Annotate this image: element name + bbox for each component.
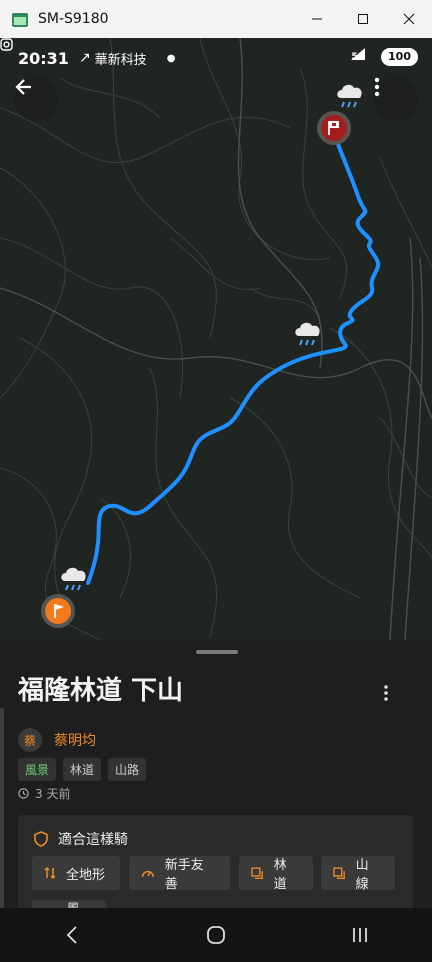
recents-icon xyxy=(353,928,367,942)
tag-list: 風景 林道 山路 xyxy=(18,758,147,781)
chip-label: 林道 xyxy=(273,858,287,892)
trail-title: 福隆林道 下山 xyxy=(18,676,184,706)
speedometer-icon xyxy=(141,870,155,878)
chip-mountain-line[interactable]: 山線 xyxy=(321,856,395,892)
nav-home-button[interactable] xyxy=(186,908,246,962)
battery-level: 100 xyxy=(381,48,418,66)
more-vertical-icon xyxy=(374,77,380,97)
trail-more-button[interactable] xyxy=(376,684,396,708)
author-row[interactable]: 蔡 蔡明均 xyxy=(18,728,96,752)
clock-icon xyxy=(18,788,29,799)
back-arrow-icon xyxy=(15,79,31,95)
app-icon xyxy=(12,12,28,27)
chip-beginner-friendly[interactable]: 新手友善 xyxy=(129,856,230,892)
news-label: 華新科技 xyxy=(94,52,147,68)
chevron-left-icon xyxy=(66,926,77,944)
chip-label: 全地形 xyxy=(66,867,106,883)
maximize-button[interactable] xyxy=(340,0,386,38)
start-flag-icon xyxy=(41,594,75,628)
topo-map xyxy=(0,38,432,640)
dot-icon: ● xyxy=(166,52,176,64)
status-bar: 20:31 ↗ 華新科技 ● 5G 100 xyxy=(0,38,432,78)
terrain-icon xyxy=(44,866,56,880)
chip-label: 山線 xyxy=(355,858,369,892)
shield-icon xyxy=(34,831,48,847)
route-map[interactable]: 20:31 ↗ 華新科技 ● 5G 100 xyxy=(0,38,432,640)
minimize-button[interactable] xyxy=(294,0,340,38)
news-notification: ↗ 華新科技 xyxy=(79,49,147,68)
more-vertical-icon xyxy=(384,685,388,701)
tag-mountain-road: 山路 xyxy=(108,758,147,781)
avatar: 蔡 xyxy=(18,728,42,752)
time-ago-text: 3 天前 xyxy=(35,787,71,801)
chip-label: 新手友善 xyxy=(164,858,204,892)
layers-icon xyxy=(251,866,263,879)
author-name[interactable]: 蔡明均 xyxy=(54,730,96,750)
back-button[interactable] xyxy=(14,77,58,121)
window-title: SM-S9180 xyxy=(38,11,109,27)
tag-forest-road: 林道 xyxy=(63,758,102,781)
chip-all-terrain[interactable]: 全地形 xyxy=(32,856,120,890)
close-button[interactable] xyxy=(386,0,432,38)
sheet-drag-handle[interactable] xyxy=(196,650,238,654)
finish-flag-icon xyxy=(317,111,351,145)
suitability-header: 適合這樣騎 xyxy=(34,829,128,849)
layers-icon xyxy=(333,866,345,879)
nav-recents-button[interactable] xyxy=(330,908,390,962)
chip-forest-road[interactable]: 林道 xyxy=(239,856,313,892)
phone-screen: 20:31 ↗ 華新科技 ● 5G 100 xyxy=(0,38,432,962)
status-time: 20:31 xyxy=(18,48,69,68)
android-navbar xyxy=(0,908,432,962)
time-ago: 3 天前 xyxy=(18,785,70,802)
edge-panel-handle[interactable] xyxy=(0,708,4,908)
suitability-title: 適合這樣騎 xyxy=(58,832,128,848)
home-icon xyxy=(207,926,225,944)
map-menu-button[interactable] xyxy=(374,77,418,121)
trending-icon: ↗ xyxy=(78,50,91,66)
window-titlebar: SM-S9180 xyxy=(0,0,432,38)
tag-scenery: 風景 xyxy=(18,758,57,781)
nav-back-button[interactable] xyxy=(42,908,102,962)
